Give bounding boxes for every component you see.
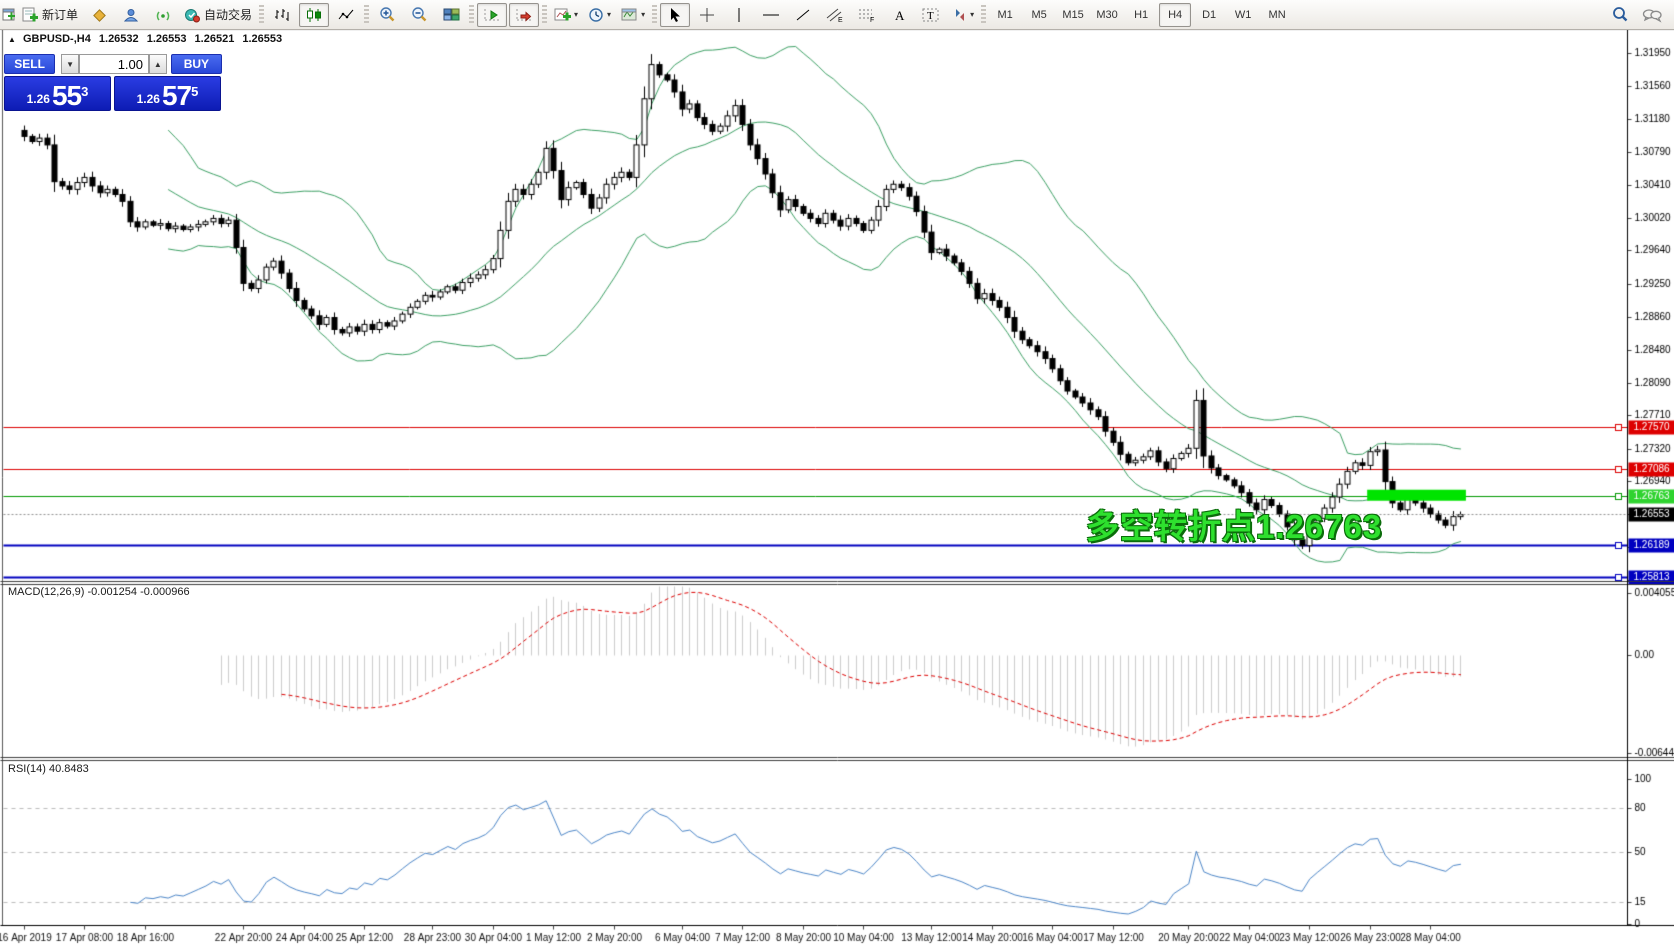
vertical-line-button[interactable] bbox=[724, 3, 754, 27]
symbol-title: GBPUSD-,H4 bbox=[23, 33, 91, 45]
line-chart-button[interactable] bbox=[331, 3, 361, 27]
timeframe-button-mn[interactable]: MN bbox=[1261, 3, 1293, 27]
timeframe-button-m5[interactable]: M5 bbox=[1023, 3, 1055, 27]
timeframe-button-w1[interactable]: W1 bbox=[1227, 3, 1259, 27]
templates-caret-icon: ▾ bbox=[641, 10, 645, 19]
sell-price-sup: 3 bbox=[81, 77, 88, 107]
timeframe-group: M1M5M15M30H1H4D1W1MN bbox=[988, 3, 1294, 27]
svg-text:A: A bbox=[895, 8, 905, 23]
toolbar-grip bbox=[652, 5, 657, 25]
macd-signal-value: -0.000966 bbox=[140, 586, 190, 598]
sell-button[interactable]: SELL bbox=[4, 54, 55, 74]
sell-price-small: 1.26 bbox=[27, 89, 50, 109]
ohlc-high: 1.26553 bbox=[147, 33, 187, 45]
zoom-in-button[interactable] bbox=[372, 3, 402, 27]
timeframe-button-m30[interactable]: M30 bbox=[1091, 3, 1123, 27]
bar-chart-button[interactable] bbox=[267, 3, 297, 27]
timeframe-button-m15[interactable]: M15 bbox=[1057, 3, 1089, 27]
collapse-panel-arrow[interactable]: ▲ bbox=[8, 35, 16, 44]
rsi-label: RSI(14) 40.8483 bbox=[8, 763, 89, 775]
templates-button[interactable]: ▾ bbox=[617, 3, 649, 27]
macd-value: -0.001254 bbox=[87, 586, 137, 598]
buy-price-display[interactable]: 1.26 57 5 bbox=[114, 76, 221, 111]
ohlc-close: 1.26553 bbox=[242, 33, 282, 45]
zoom-out-button[interactable] bbox=[404, 3, 434, 27]
macd-name: MACD(12,26,9) bbox=[8, 586, 84, 598]
auto-trading-button[interactable]: 自动交易 bbox=[180, 3, 256, 27]
pane-divider-macd[interactable] bbox=[0, 578, 1674, 586]
sell-price-display[interactable]: 1.26 55 3 bbox=[4, 76, 111, 111]
svg-text:F: F bbox=[870, 17, 874, 23]
main-toolbar: 新订单 自动交易 ▾ ▾ bbox=[0, 0, 1674, 30]
fibonacci-button[interactable]: F bbox=[852, 3, 882, 27]
periods-caret-icon: ▾ bbox=[607, 10, 611, 19]
timeframe-button-h4[interactable]: H4 bbox=[1159, 3, 1191, 27]
timeframe-button-h1[interactable]: H1 bbox=[1125, 3, 1157, 27]
text-button[interactable]: A bbox=[884, 3, 914, 27]
timeframe-button-m1[interactable]: M1 bbox=[989, 3, 1021, 27]
horizontal-line-button[interactable] bbox=[756, 3, 786, 27]
sell-price-big: 55 bbox=[52, 83, 81, 109]
buy-button[interactable]: BUY bbox=[171, 54, 222, 74]
shift-chart-button[interactable] bbox=[477, 3, 507, 27]
one-click-trading-panel: SELL ▼ 1.00 ▲ BUY 1.26 55 3 1.26 57 5 bbox=[4, 54, 222, 111]
arrows-caret-icon: ▾ bbox=[970, 10, 974, 19]
indicators-button[interactable]: ▾ bbox=[550, 3, 582, 27]
auto-trading-label: 自动交易 bbox=[204, 6, 252, 23]
svg-text:E: E bbox=[838, 17, 843, 23]
toolbar-grip bbox=[469, 5, 474, 25]
rsi-name: RSI(14) bbox=[8, 763, 46, 775]
new-chart-button[interactable] bbox=[1, 3, 16, 27]
rsi-value: 40.8483 bbox=[49, 763, 89, 775]
new-order-label: 新订单 bbox=[42, 6, 78, 23]
cursor-button[interactable] bbox=[660, 3, 690, 27]
volume-input[interactable]: 1.00 bbox=[79, 54, 149, 74]
signals-icon[interactable] bbox=[148, 3, 178, 27]
indicators-caret-icon: ▾ bbox=[574, 10, 578, 19]
svg-text:T: T bbox=[927, 10, 934, 22]
ohlc-open: 1.26532 bbox=[99, 33, 139, 45]
crosshair-button[interactable] bbox=[692, 3, 722, 27]
auto-scroll-button[interactable] bbox=[509, 3, 539, 27]
arrows-button[interactable]: ▾ bbox=[948, 3, 978, 27]
profile-icon[interactable] bbox=[116, 3, 146, 27]
chart-canvas[interactable] bbox=[0, 0, 1674, 951]
toolbar-grip bbox=[542, 5, 547, 25]
toolbar-grip bbox=[364, 5, 369, 25]
chat-icon[interactable] bbox=[1637, 3, 1667, 27]
candlestick-chart-button[interactable] bbox=[299, 3, 329, 27]
macd-label: MACD(12,26,9) -0.001254 -0.000966 bbox=[8, 586, 190, 598]
new-order-button[interactable]: 新订单 bbox=[18, 3, 82, 27]
search-icon[interactable] bbox=[1605, 3, 1635, 27]
equidistant-channel-button[interactable]: E bbox=[820, 3, 850, 27]
symbol-info-bar: ▲ GBPUSD-,H4 1.26532 1.26553 1.26521 1.2… bbox=[8, 33, 287, 45]
toolbar-grip bbox=[259, 5, 264, 25]
volume-down-button[interactable]: ▼ bbox=[61, 54, 79, 74]
trendline-button[interactable] bbox=[788, 3, 818, 27]
text-label-button[interactable]: T bbox=[916, 3, 946, 27]
ohlc-low: 1.26521 bbox=[195, 33, 235, 45]
timeframe-button-d1[interactable]: D1 bbox=[1193, 3, 1225, 27]
buy-price-big: 57 bbox=[162, 83, 191, 109]
annotation-text[interactable]: 多空转折点1.26763 bbox=[1086, 500, 1382, 548]
volume-up-button[interactable]: ▲ bbox=[149, 54, 167, 74]
metaquotes-icon[interactable] bbox=[84, 3, 114, 27]
buy-price-sup: 5 bbox=[191, 77, 198, 107]
pane-divider-rsi[interactable] bbox=[0, 754, 1674, 762]
toolbar-grip bbox=[981, 5, 986, 25]
buy-price-small: 1.26 bbox=[137, 89, 160, 109]
tile-windows-button[interactable] bbox=[436, 3, 466, 27]
periods-button[interactable]: ▾ bbox=[584, 3, 615, 27]
